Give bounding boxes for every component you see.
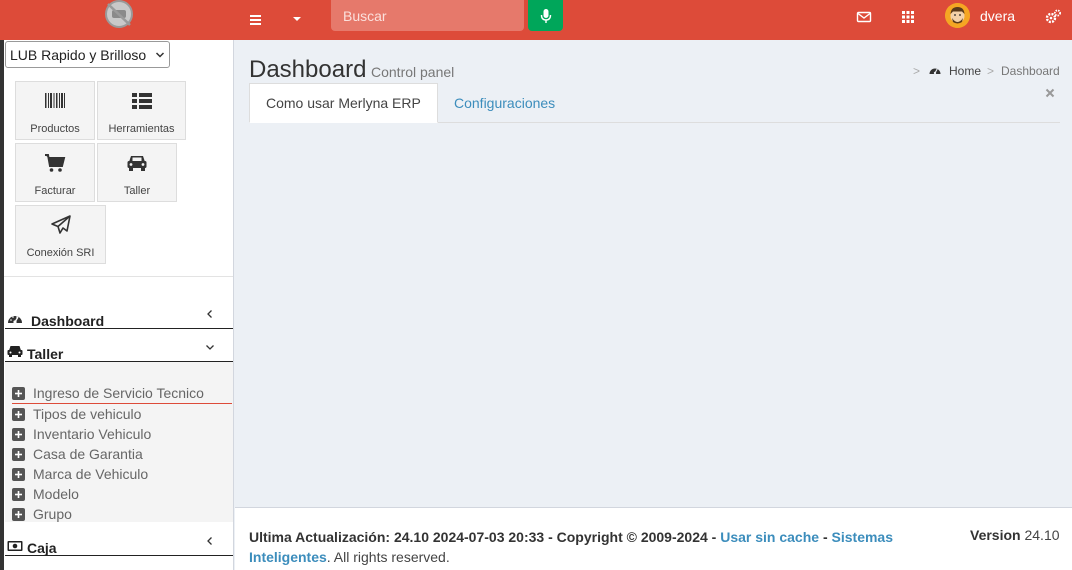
plus-square-icon	[12, 508, 25, 521]
sidebar-divider	[4, 276, 233, 277]
page-title: Dashboard	[249, 56, 367, 83]
tile-label: Taller	[123, 185, 151, 197]
submenu-label: Marca de Vehiculo	[33, 466, 149, 482]
submenu-label: Inventario Vehiculo	[33, 426, 152, 442]
tile-conexion-sri[interactable]: Conexión SRI	[15, 205, 106, 264]
sidebar-item-dashboard[interactable]: Dashboard	[5, 303, 233, 329]
chevron-down-icon	[206, 345, 214, 350]
submenu-marca-vehiculo[interactable]: Marca de Vehiculo	[12, 465, 232, 485]
car-icon	[7, 346, 23, 357]
version-value: 24.10	[1024, 527, 1060, 543]
sidebar-edge	[0, 40, 4, 570]
plus-square-icon	[12, 408, 25, 421]
footer-update-text: Ultima Actualización: 24.10 2024-07-03 2…	[249, 529, 717, 545]
car-icon	[127, 156, 147, 171]
footer-version: Version 24.10	[970, 527, 1060, 543]
close-icon[interactable]	[1045, 88, 1055, 98]
submenu-label: Tipos de vehiculo	[33, 406, 142, 422]
search-input[interactable]	[331, 0, 524, 31]
tab-configuraciones[interactable]: Configuraciones	[438, 83, 571, 123]
cart-icon	[45, 154, 66, 172]
breadcrumb-current: Dashboard	[1001, 64, 1060, 78]
submenu-tipos-vehiculo[interactable]: Tipos de vehiculo	[12, 405, 232, 425]
paper-plane-icon	[50, 215, 71, 234]
submenu-label: Modelo	[33, 486, 79, 502]
version-label: Version	[970, 527, 1021, 543]
voice-search-button[interactable]	[528, 0, 563, 31]
breadcrumb-separator: >	[987, 64, 995, 78]
company-select-value: LUB Rapido y Brilloso	[10, 46, 147, 63]
submenu-label: Ingreso de Servicio Tecnico	[33, 385, 204, 401]
tile-taller[interactable]: Taller	[97, 143, 177, 202]
plus-square-icon	[12, 448, 25, 461]
submenu-inventario-vehiculo[interactable]: Inventario Vehiculo	[12, 425, 232, 445]
tile-productos[interactable]: Productos	[15, 81, 95, 140]
footer-separator: -	[822, 529, 828, 545]
tile-herramientas[interactable]: Herramientas	[97, 81, 186, 140]
logo-icon[interactable]	[102, 0, 136, 32]
submenu-modelo[interactable]: Modelo	[12, 485, 232, 505]
chevron-down-icon	[155, 52, 165, 58]
footer-copyright: Ultima Actualización: 24.10 2024-07-03 2…	[249, 527, 929, 567]
list-icon	[131, 93, 152, 109]
sidebar-item-label: Dashboard	[31, 313, 105, 329]
chevron-left-icon	[207, 310, 212, 318]
dashboard-icon	[929, 68, 941, 75]
tile-label: Productos	[30, 123, 80, 135]
page-subtitle: Control panel	[371, 64, 455, 80]
avatar[interactable]	[945, 3, 970, 28]
top-navbar: dvera	[0, 0, 1072, 40]
tile-label: Herramientas	[108, 123, 175, 135]
plus-square-icon	[12, 428, 25, 441]
menu-toggle-icon[interactable]	[246, 10, 266, 30]
chevron-left-icon	[207, 537, 212, 545]
tile-label: Conexión SRI	[26, 247, 95, 259]
username[interactable]: dvera	[980, 8, 1015, 24]
submenu-label: Casa de Garantia	[33, 446, 143, 462]
submenu-ingreso-servicio-tecnico[interactable]: Ingreso de Servicio Tecnico	[12, 384, 232, 404]
submenu-label: Grupo	[33, 506, 72, 522]
barcode-icon	[45, 93, 65, 108]
envelope-icon[interactable]	[856, 9, 872, 25]
apps-grid-icon[interactable]	[900, 9, 916, 25]
microphone-icon	[540, 8, 551, 23]
plus-square-icon	[12, 488, 25, 501]
user-avatar-icon	[945, 3, 970, 28]
money-icon	[7, 541, 23, 551]
breadcrumb-home-link[interactable]: Home	[949, 64, 981, 78]
gears-icon[interactable]	[1044, 8, 1062, 26]
submenu-grupo[interactable]: Grupo	[12, 505, 232, 525]
company-select[interactable]: LUB Rapido y Brilloso	[5, 41, 170, 68]
sidebar-item-taller[interactable]: Taller	[5, 336, 233, 362]
breadcrumb: > Home > Dashboard	[913, 64, 1063, 80]
sidebar-item-label: Caja	[27, 540, 57, 556]
dashboard-icon	[8, 316, 22, 324]
no-cache-link[interactable]: Usar sin cache	[720, 529, 819, 545]
footer-rights: . All rights reserved.	[326, 549, 450, 565]
sidebar-item-label: Taller	[27, 346, 64, 362]
breadcrumb-separator: >	[913, 64, 921, 78]
submenu-casa-garantia[interactable]: Casa de Garantia	[12, 445, 232, 465]
plus-square-icon	[12, 387, 25, 400]
tab-como-usar[interactable]: Como usar Merlyna ERP	[249, 83, 438, 123]
tile-label: Facturar	[34, 185, 76, 197]
caret-down-icon[interactable]	[290, 12, 304, 26]
footer: Ultima Actualización: 24.10 2024-07-03 2…	[235, 507, 1072, 570]
plus-square-icon	[12, 468, 25, 481]
tile-facturar[interactable]: Facturar	[15, 143, 95, 202]
sidebar-item-caja[interactable]: Caja	[5, 530, 233, 556]
